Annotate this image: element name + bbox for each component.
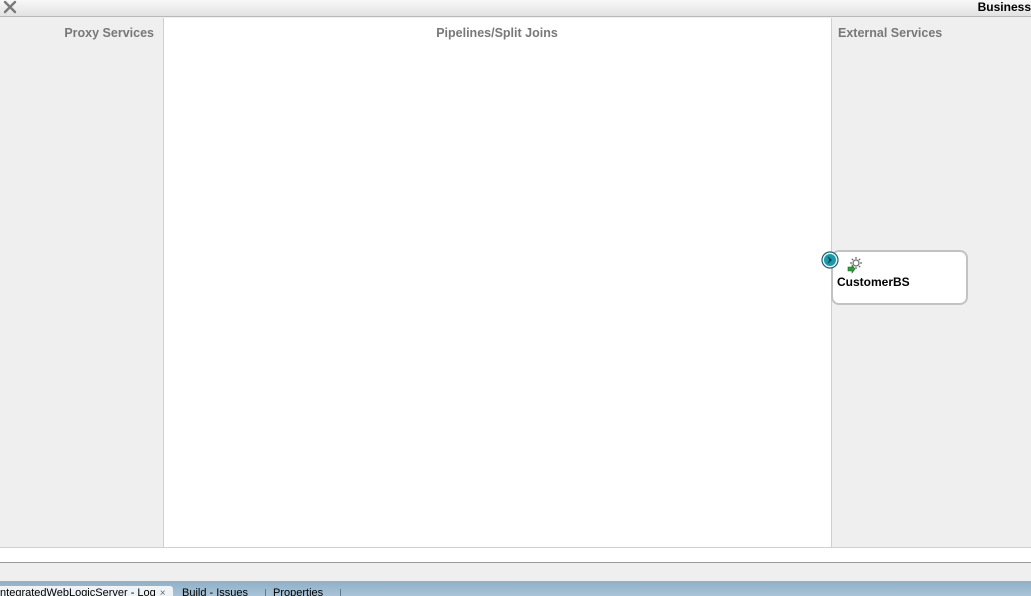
gear-icon [847,257,862,274]
external-services-title: External Services [838,26,943,40]
tab-separator [265,589,266,596]
bottom-tab-strip: IntegratedWebLogicServer - Log × Build - … [0,581,1031,596]
tab-separator [340,589,341,596]
tab-label: Properties [273,587,324,596]
tab-close-icon[interactable]: × [160,588,166,596]
pipelines-title: Pipelines/Split Joins [436,26,558,40]
dock-separator [0,563,1031,581]
tab-properties[interactable]: Properties [273,586,333,596]
proxy-services-lane[interactable]: Proxy Services [0,18,164,547]
tab-server-log[interactable]: IntegratedWebLogicServer - Log × [0,586,173,596]
service-name: CustomerBS [837,275,910,289]
editor-titlebar: Business [0,0,1031,17]
chevron-right-icon[interactable] [821,251,839,269]
close-icon[interactable] [2,0,18,14]
editor-title: Business [977,0,1031,14]
pipelines-lane[interactable]: Pipelines/Split Joins [164,18,832,547]
proxy-services-title: Proxy Services [64,26,154,40]
tab-label: IntegratedWebLogicServer - Log [0,587,156,596]
horizontal-scrollbar[interactable] [0,547,1031,563]
tab-build-issues[interactable]: Build - Issues [182,586,256,596]
tab-label: Build - Issues [182,587,249,596]
